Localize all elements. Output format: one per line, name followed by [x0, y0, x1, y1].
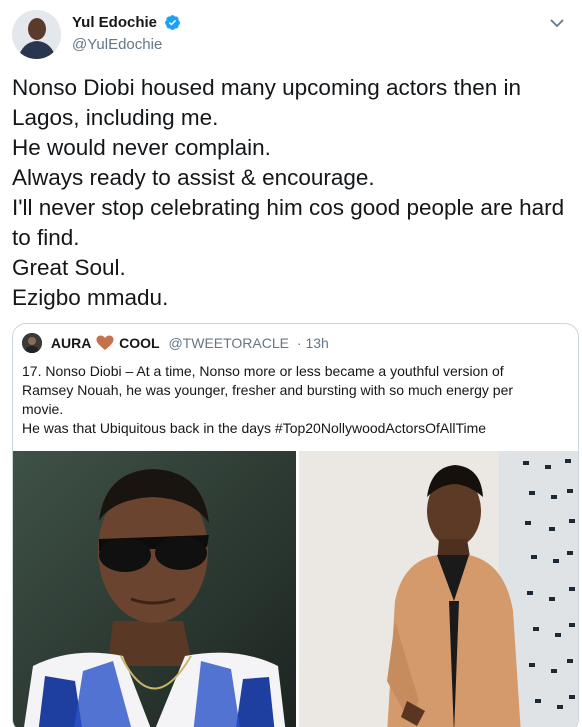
tweet-line: He would never complain.	[12, 135, 271, 160]
chevron-down-icon[interactable]	[548, 14, 566, 32]
tweet-text: Nonso Diobi housed many upcoming actors …	[12, 73, 580, 313]
quoted-line: He was that Ubiquitous back in the days …	[22, 420, 487, 436]
heart-icon	[96, 335, 114, 351]
verified-badge-icon	[164, 14, 181, 31]
tweet-header: Yul Edochie @YulEdochie	[12, 10, 572, 62]
quoted-author-name-part2[interactable]: COOL	[119, 335, 159, 351]
tweet-line: Ezigbo mmadu.	[12, 285, 169, 310]
tweet-line: I'll never stop celebrating him cos good…	[12, 195, 565, 220]
author-display-name[interactable]: Yul Edochie	[72, 14, 157, 31]
quoted-line: 17. Nonso Diobi – At a time, Nonso more …	[22, 363, 504, 379]
tweet-line: to find.	[12, 225, 80, 250]
quoted-author-avatar[interactable]	[22, 333, 42, 353]
quoted-media	[13, 451, 578, 727]
photo-man-sunglasses[interactable]	[13, 451, 296, 727]
photo-man-blazer[interactable]	[299, 451, 578, 727]
quoted-tweet-card[interactable]: AURA COOL @TWEETORACLE · 13h 17. Nonso D…	[12, 323, 579, 727]
quoted-line: Ramsey Nouah, he was younger, fresher an…	[22, 382, 514, 398]
author-avatar[interactable]	[12, 10, 61, 59]
author-names: Yul Edochie @YulEdochie	[72, 14, 181, 53]
tweet-line: Lagos, including me.	[12, 105, 219, 130]
author-handle[interactable]: @YulEdochie	[72, 36, 181, 53]
tweet-line: Great Soul.	[12, 255, 126, 280]
tweet-line: Always ready to assist & encourage.	[12, 165, 375, 190]
quoted-timestamp[interactable]: · 13h	[297, 335, 329, 351]
quoted-tweet-header: AURA COOL @TWEETORACLE · 13h	[22, 333, 329, 353]
tweet-line: Nonso Diobi housed many upcoming actors …	[12, 75, 522, 100]
quoted-author-name-part1[interactable]: AURA	[51, 335, 91, 351]
quoted-tweet-text: 17. Nonso Diobi – At a time, Nonso more …	[22, 362, 572, 438]
quoted-author-handle[interactable]: @TWEETORACLE	[168, 335, 289, 351]
quoted-line: movie.	[22, 401, 64, 417]
